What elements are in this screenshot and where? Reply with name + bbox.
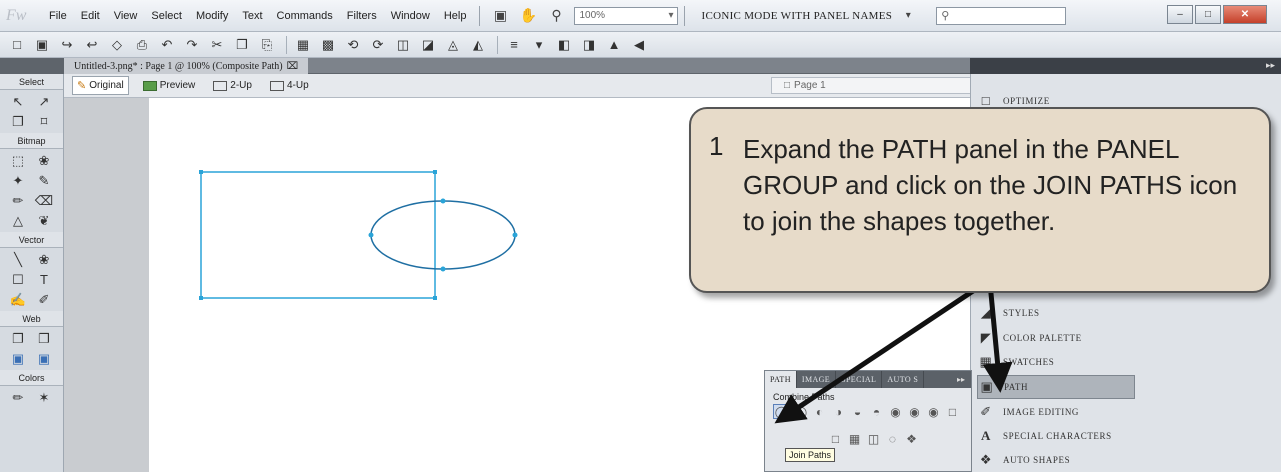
instruction-callout: 1 Expand the PATH panel in the PANEL GRO… [689,107,1271,293]
arrow-to-path-panel [982,282,1013,393]
arrow-to-join-paths [774,280,987,424]
callout-text: Expand the PATH panel in the PANEL GROUP… [743,134,1238,236]
callout-step-number: 1 [709,131,724,161]
